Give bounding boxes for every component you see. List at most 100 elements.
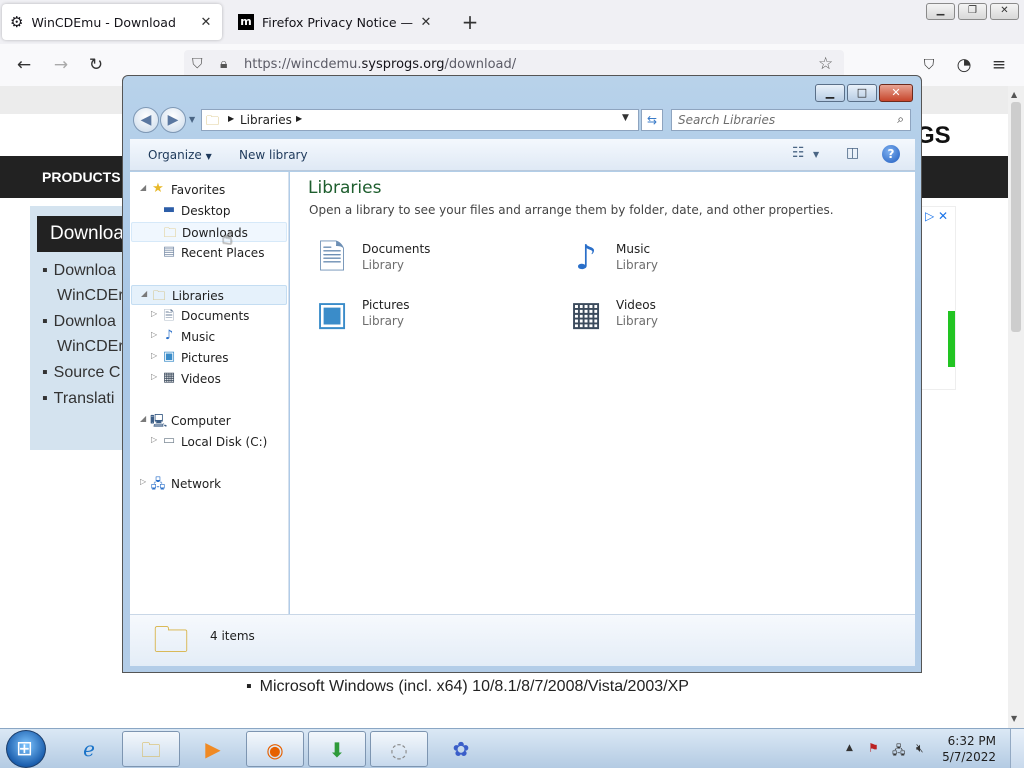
shield-icon[interactable]: ⛉ xyxy=(192,56,203,72)
change-view-icon[interactable]: ☷ xyxy=(792,145,805,161)
breadcrumb-chevron-icon[interactable]: ▶ xyxy=(296,114,302,123)
tree-downloads[interactable]: 🗀 Downloads xyxy=(131,222,287,242)
internet-explorer-icon[interactable]: ℯ xyxy=(60,731,118,767)
expanded-arrow-icon[interactable]: ◢ xyxy=(140,183,146,192)
network-tray-icon[interactable]: 🖧 xyxy=(892,741,905,762)
tab-title: WinCDEmu - Download xyxy=(31,14,176,30)
tab-wincdemu-download[interactable]: ⚙ WinCDEmu - Download ✕ xyxy=(2,4,222,40)
scroll-up-arrow-icon[interactable]: ▲ xyxy=(1011,90,1017,99)
address-dropdown-icon[interactable]: ▼ xyxy=(622,113,629,123)
explorer-maximize-button[interactable]: □ xyxy=(847,84,877,102)
source-link[interactable]: Source C xyxy=(42,364,121,382)
wincdemu-icon[interactable]: ✿ xyxy=(432,731,490,767)
reload-icon[interactable]: ↻ xyxy=(85,54,107,76)
refresh-button[interactable]: ⇆ xyxy=(641,109,663,131)
explorer-minimize-button[interactable]: ▁ xyxy=(815,84,845,102)
pictures-library-icon: ▣ xyxy=(315,294,349,334)
collapsed-arrow-icon[interactable]: ▷ xyxy=(151,330,157,339)
action-center-flag-icon[interactable]: ⚑ xyxy=(868,741,879,755)
tree-desktop[interactable]: ▬ Desktop xyxy=(130,201,289,221)
search-box[interactable]: ⌕ xyxy=(671,109,911,131)
back-arrow-icon[interactable]: ← xyxy=(13,54,35,76)
download-link-cont[interactable]: WinCDEr xyxy=(42,287,124,305)
library-videos[interactable]: ▦ Videos Library xyxy=(562,290,762,340)
pocket-icon[interactable]: ⛉ xyxy=(918,54,940,76)
documents-library-icon: 🗎 xyxy=(318,238,346,278)
account-icon[interactable]: ◔ xyxy=(953,54,975,76)
tree-recent-places[interactable]: ▤ Recent Places xyxy=(130,243,289,263)
media-player-icon[interactable]: ▶ xyxy=(184,731,242,767)
back-button[interactable]: ◀ xyxy=(133,107,159,133)
ad-banner[interactable]: ▷ ✕ xyxy=(920,206,956,390)
new-tab-plus-icon[interactable]: + xyxy=(458,10,482,34)
forward-button[interactable]: ▶ xyxy=(160,107,186,133)
show-hidden-icons-arrow-icon[interactable]: ▲ xyxy=(846,743,853,753)
tree-videos[interactable]: ▷ ▦ Videos xyxy=(130,369,289,389)
translations-link[interactable]: Translati xyxy=(42,390,115,408)
downloads-heading: Downloa xyxy=(37,216,124,252)
nav-products[interactable]: PRODUCTS xyxy=(42,169,121,185)
view-dropdown-icon[interactable]: ▼ xyxy=(813,150,819,159)
explorer-close-button[interactable]: ✕ xyxy=(879,84,913,102)
clock[interactable]: 6:32 PM 5/7/2022 xyxy=(936,733,996,765)
scroll-down-arrow-icon[interactable]: ▼ xyxy=(1011,714,1017,723)
breadcrumb-libraries[interactable]: Libraries xyxy=(240,113,292,127)
music-library-icon: ♪ xyxy=(575,238,597,278)
tree-documents[interactable]: ▷ 🗎 Documents xyxy=(130,306,289,326)
show-desktop-button[interactable] xyxy=(1010,729,1024,768)
minimize-button[interactable]: ▁ xyxy=(926,3,955,20)
address-bar[interactable]: 🗀 ▶ Libraries ▶ ▼ xyxy=(201,109,639,131)
collapsed-arrow-icon[interactable]: ▷ xyxy=(151,309,157,318)
library-pictures[interactable]: ▣ Pictures Library xyxy=(308,290,508,340)
installer-icon[interactable]: ◌ xyxy=(370,731,428,767)
expanded-arrow-icon[interactable]: ◢ xyxy=(140,414,146,423)
explorer-window: ▁ □ ✕ ◀ ▶ ▼ 🗀 ▶ Libraries ▶ ▼ ⇆ ⌕ Organi… xyxy=(122,75,922,673)
search-input[interactable] xyxy=(678,112,878,128)
page-scrollbar[interactable]: ▲ ▼ xyxy=(1008,86,1024,728)
close-tab-icon[interactable]: ✕ xyxy=(418,15,434,30)
tree-computer[interactable]: ◢ 🖳 Computer xyxy=(130,411,289,431)
tree-pictures[interactable]: ▷ ▣ Pictures xyxy=(130,348,289,368)
new-library-button[interactable]: New library xyxy=(239,148,308,162)
scroll-thumb[interactable] xyxy=(1011,102,1021,332)
expanded-arrow-icon[interactable]: ◢ xyxy=(141,289,147,298)
collapsed-arrow-icon[interactable]: ▷ xyxy=(151,372,157,381)
ad-choices-icon[interactable]: ▷ ✕ xyxy=(925,209,948,223)
close-tab-icon[interactable]: ✕ xyxy=(198,15,214,30)
download-manager-icon[interactable]: ⬇ xyxy=(308,731,366,767)
tree-network[interactable]: ▷ 🖧 Network xyxy=(130,474,289,494)
firefox-taskbar-icon[interactable]: ◉ xyxy=(246,731,304,767)
library-documents[interactable]: 🗎 Documents Library xyxy=(308,234,508,284)
tab-firefox-privacy[interactable]: m Firefox Privacy Notice — Mozilla ✕ xyxy=(230,4,442,40)
collapsed-arrow-icon[interactable]: ▷ xyxy=(140,477,146,486)
help-button[interactable]: ? xyxy=(882,145,900,163)
tree-favorites[interactable]: ◢ ★ Favorites xyxy=(130,180,289,200)
preview-pane-icon[interactable]: ◫ xyxy=(846,145,859,161)
bookmark-star-icon[interactable]: ☆ xyxy=(818,54,833,74)
library-music[interactable]: ♪ Music Library xyxy=(562,234,762,284)
collapsed-arrow-icon[interactable]: ▷ xyxy=(151,351,157,360)
requirement-item: Microsoft Windows (incl. x64) 10/8.1/8/7… xyxy=(246,678,689,696)
explorer-taskbar-icon[interactable]: 🗀 xyxy=(122,731,180,767)
lock-icon[interactable]: 🔒︎ xyxy=(220,56,227,72)
url-text[interactable]: https://wincdemu.sysprogs.org/download/ xyxy=(244,57,516,72)
browser-tab-bar: ⚙ WinCDEmu - Download ✕ m Firefox Privac… xyxy=(0,0,1024,44)
tree-music[interactable]: ▷ ♪ Music xyxy=(130,327,289,347)
command-bar: Organize ▼ New library ☷ ▼ ◫ ? xyxy=(130,139,915,171)
tree-libraries[interactable]: ◢ 🗀 Libraries xyxy=(131,285,287,305)
download-link-cont[interactable]: WinCDEr xyxy=(42,338,124,356)
download-link[interactable]: Downloa xyxy=(42,313,116,331)
forward-arrow-icon[interactable]: → xyxy=(50,54,72,76)
restore-button[interactable]: ❐ xyxy=(958,3,987,20)
collapsed-arrow-icon[interactable]: ▷ xyxy=(151,435,157,444)
search-icon[interactable]: ⌕ xyxy=(897,112,904,127)
close-window-button[interactable]: ✕ xyxy=(990,3,1019,20)
tree-local-disk[interactable]: ▷ ▭ Local Disk (C:) xyxy=(130,432,289,452)
organize-button[interactable]: Organize ▼ xyxy=(148,148,212,162)
breadcrumb-chevron-icon[interactable]: ▶ xyxy=(228,114,234,123)
volume-muted-icon[interactable]: 🔇︎ xyxy=(916,741,924,756)
recent-pages-arrow-icon[interactable]: ▼ xyxy=(189,115,195,124)
download-link[interactable]: Downloa xyxy=(42,262,116,280)
menu-hamburger-icon[interactable]: ≡ xyxy=(988,54,1010,76)
start-button[interactable] xyxy=(6,730,46,768)
